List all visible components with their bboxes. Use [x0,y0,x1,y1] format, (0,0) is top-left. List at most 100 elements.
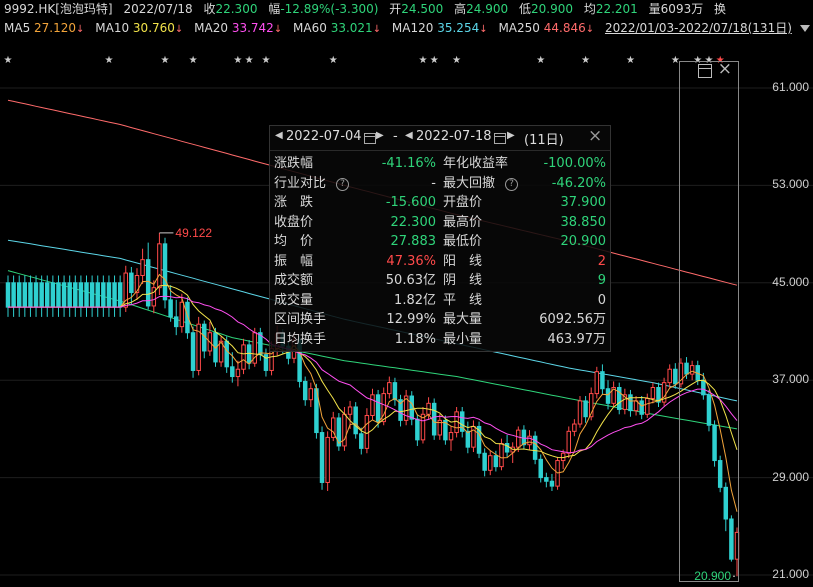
ma120-item[interactable]: MA120 35.254↓ [392,19,488,39]
avg-label: 均 [583,2,596,16]
candle [476,421,482,459]
ma60-item[interactable]: MA60 33.021↓ [293,19,381,39]
candle-body [549,480,555,487]
help-icon[interactable]: ? [505,177,518,191]
candle-body [415,418,420,441]
candle [308,382,314,407]
candle-body [235,368,241,378]
stat-label: 最高价 [443,214,483,230]
candle [549,473,555,491]
date-range-link[interactable]: 2022/01/03-2022/07/18(131日) [605,19,792,37]
candle-body [319,432,325,483]
candle [600,364,605,395]
candle-body [650,387,656,399]
stat-value: 1.82亿 [394,292,436,308]
stat-label: 区间换手 [274,312,327,327]
candle [246,340,252,370]
candle [196,316,201,376]
calendar-icon[interactable] [364,133,376,144]
stats-row: 振 幅 47.36% 阳 线 2 [270,252,610,272]
event-star-icon: ★ [4,55,13,66]
open-label: 开 [389,2,402,16]
candle [471,420,476,453]
candle-body [224,340,229,368]
dropdown-triangle-icon[interactable] [799,25,810,32]
ma10-item[interactable]: MA10 30.760↓ [95,19,183,39]
ma5-item[interactable]: MA5 27.120↓ [4,21,84,35]
stat-value: 27.883 [390,234,437,249]
stat-value: 1.18% [394,331,436,347]
candle-body [39,282,44,308]
candle-body [488,455,493,471]
y-tick-label: 21.000 [772,567,809,581]
close-icon[interactable]: × [718,60,732,78]
next-end-icon[interactable]: ▶ [507,130,515,141]
candle [252,327,257,367]
event-star-icon: ★ [245,55,254,66]
down-arrow-icon: ↓ [273,24,283,35]
candle [611,381,616,407]
end-date[interactable]: 2022-07-18 [416,129,492,144]
candle-body [140,259,145,276]
candle [89,275,95,317]
candle-body [5,282,11,308]
symbol[interactable]: 9992.HK[泡泡玛特] [4,2,113,16]
candle-body [566,430,572,454]
candle-body [605,388,611,404]
candle-body [516,429,521,448]
candle-body [50,282,56,308]
prev-start-icon[interactable]: ◀ [275,130,283,141]
candle [488,450,493,476]
calendar-icon[interactable] [494,133,506,144]
stat-value: 47.36% [386,253,436,269]
high-annotation-label: 49.122 [175,226,212,240]
candle-body [173,316,179,328]
candle [117,275,123,317]
candle [39,275,44,317]
candle [353,402,358,439]
candle-body [431,402,437,436]
window-icon[interactable] [698,64,712,78]
event-star-icon: ★ [581,55,590,66]
close-icon[interactable]: × [588,126,602,146]
stats-row: 涨 跌 -15.600 开盘价 37.900 [270,193,610,213]
stat-value: 38.850 [560,214,607,230]
candle [16,275,22,317]
stat-label: 行业对比 [274,175,327,191]
candle-body [61,282,67,308]
candle [202,320,207,359]
event-star-icon: ★ [418,55,427,66]
stat-label: 平 线 [443,292,483,308]
candle [190,326,196,378]
stat-value: 463.97万 [547,331,607,347]
candle-body [504,443,510,453]
ma20-item[interactable]: MA20 33.742↓ [194,19,282,39]
start-date[interactable]: 2022-07-04 [286,129,362,144]
candle-body [246,344,252,364]
candle [151,280,157,314]
y-tick-label: 45.000 [772,275,809,289]
stats-row: 成交额 50.63亿阴 线 9 [270,271,610,291]
stats-row: 涨跌幅 -41.16% 年化收益率 -100.00% [270,154,610,174]
prev-end-icon[interactable]: ◀ [405,130,413,141]
range-selection-box[interactable]: × [679,60,739,582]
candle-body [162,243,168,301]
candle [33,275,39,317]
candle [5,275,11,317]
candle [28,275,33,317]
candle [398,394,403,427]
candle [11,275,16,317]
stat-label: 成交量 [274,292,314,308]
next-start-icon[interactable]: ▶ [376,130,384,141]
candle-body [381,393,386,423]
quote-date: 2022/07/18 [123,2,193,16]
help-icon[interactable]: ? [336,177,349,191]
candle [656,382,661,407]
ma250-item[interactable]: MA250 44.846↓ [498,19,594,39]
candle-body [11,282,16,308]
avg-value: 22.201 [595,2,638,16]
low-value: 20.900 [530,2,573,16]
stat-label: 最小量 [443,331,483,347]
candle-body [89,282,95,308]
close-label: 收 [203,2,216,16]
